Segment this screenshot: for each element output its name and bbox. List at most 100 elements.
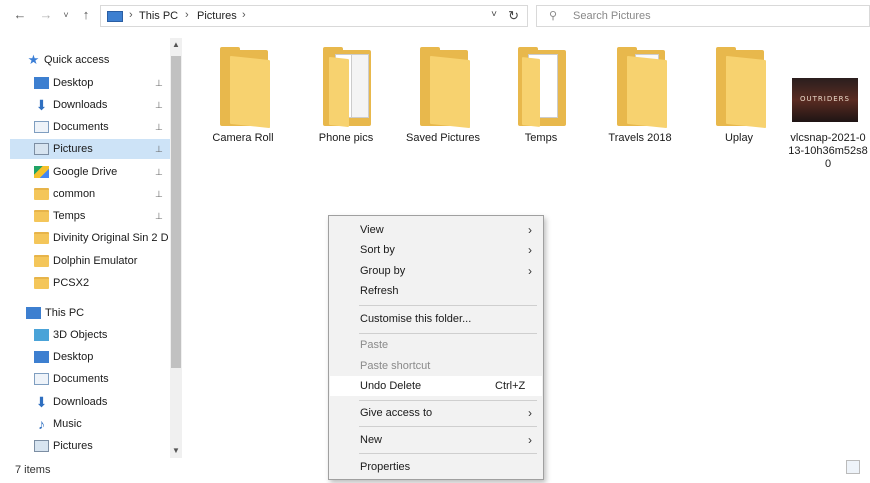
pc-icon	[26, 307, 41, 319]
search-box[interactable]: ⚲ Search Pictures	[536, 5, 870, 27]
sidebar-item-pictures[interactable]: Pictures ⊥	[10, 139, 170, 159]
context-menu: View › Sort by › Group by › Refresh Cust…	[328, 215, 544, 480]
folder-icon	[418, 47, 470, 129]
file-tile-temps[interactable]: Temps	[498, 47, 584, 178]
menu-item-give-access[interactable]: Give access to ›	[330, 403, 542, 423]
scroll-up-icon[interactable]: ▲	[170, 38, 182, 52]
back-button[interactable]: ←	[12, 7, 28, 23]
sidebar-item-common[interactable]: common ⊥	[10, 184, 170, 204]
breadcrumb-separator[interactable]: ›	[185, 9, 189, 21]
folder-icon	[34, 232, 49, 244]
sidebar-item-label: Documents	[53, 373, 109, 385]
sidebar-item-label: common	[53, 188, 96, 200]
breadcrumb-pictures[interactable]: Pictures	[197, 10, 237, 22]
details-view-icon[interactable]	[846, 460, 860, 474]
search-input[interactable]: Search Pictures	[573, 10, 651, 22]
file-tile-uplay[interactable]: Uplay	[696, 47, 782, 178]
menu-item-group-by[interactable]: Group by ›	[330, 261, 542, 281]
menu-item-undo-delete[interactable]: Undo Delete Ctrl+Z	[330, 376, 542, 396]
sidebar-item-google-drive[interactable]: Google Drive ⊥	[10, 162, 170, 182]
file-tile-saved-pictures[interactable]: Saved Pictures	[400, 47, 486, 178]
sidebar-item-label: Google Drive	[53, 166, 118, 178]
sidebar-item-this-pc[interactable]: This PC	[10, 303, 170, 323]
search-icon: ⚲	[549, 10, 558, 22]
forward-button[interactable]: →	[38, 7, 54, 23]
menu-item-properties[interactable]: Properties	[330, 457, 542, 477]
file-tile-travels-2018[interactable]: Travels 2018	[597, 47, 683, 178]
file-name: Travels 2018	[608, 132, 672, 144]
sidebar-item-label: Desktop	[53, 77, 94, 89]
menu-item-label: Group by	[360, 265, 406, 277]
sidebar-item-downloads-pc[interactable]: ⬇ Downloads	[10, 392, 170, 412]
address-bar[interactable]: › This PC › Pictures › ˅ ↻	[100, 5, 528, 27]
menu-separator	[359, 333, 537, 334]
sidebar-item-label: Pictures	[53, 440, 93, 452]
file-tile-phone-pics[interactable]: Phone pics	[303, 47, 389, 178]
menu-item-customise-folder[interactable]: Customise this folder...	[330, 309, 542, 329]
sidebar-item-label: Downloads	[53, 99, 108, 111]
menu-item-label: View	[360, 224, 384, 236]
documents-icon	[34, 121, 49, 133]
star-icon: ★	[27, 52, 40, 67]
menu-item-new[interactable]: New ›	[330, 430, 542, 450]
sidebar-item-pcsx2[interactable]: PCSX2	[10, 273, 170, 293]
item-count: 7 items	[15, 464, 51, 476]
file-name: Temps	[524, 132, 558, 144]
menu-item-label: Properties	[360, 461, 411, 473]
sidebar-item-music[interactable]: ♪ Music	[10, 414, 170, 434]
download-icon: ⬇	[35, 394, 48, 410]
folder-icon	[218, 47, 270, 129]
menu-separator	[359, 426, 537, 427]
sidebar-item-label: This PC	[45, 307, 85, 319]
menu-item-refresh[interactable]: Refresh	[330, 281, 542, 301]
pin-icon: ⊥	[155, 122, 163, 132]
menu-item-label: Refresh	[360, 285, 399, 297]
sidebar-item-documents[interactable]: Documents ⊥	[10, 117, 170, 137]
menu-item-label: Give access to	[360, 407, 433, 419]
sidebar-item-quick-access[interactable]: ★ Quick access	[10, 50, 170, 70]
chevron-right-icon: ›	[528, 223, 532, 237]
sidebar-item-dolphin-emulator[interactable]: Dolphin Emulator	[10, 251, 170, 271]
sidebar-item-downloads[interactable]: ⬇ Downloads ⊥	[10, 95, 170, 115]
recent-locations-button[interactable]: ˅	[58, 7, 74, 23]
pin-icon: ⊥	[155, 167, 163, 177]
sidebar-item-temps[interactable]: Temps ⊥	[10, 206, 170, 226]
menu-item-paste[interactable]: Paste	[330, 335, 542, 355]
scroll-down-icon[interactable]: ▼	[170, 444, 182, 458]
refresh-icon[interactable]: ↻	[508, 8, 519, 24]
menu-item-label: Paste	[360, 339, 389, 351]
documents-icon	[34, 373, 49, 385]
up-button[interactable]: ↑	[78, 7, 94, 23]
sidebar-item-desktop[interactable]: Desktop ⊥	[10, 73, 170, 93]
sidebar-item-desktop-pc[interactable]: Desktop	[10, 347, 170, 367]
file-name: Phone pics	[318, 132, 374, 144]
address-dropdown-icon[interactable]: ˅	[491, 9, 497, 20]
desktop-icon	[34, 351, 49, 363]
file-tile-camera-roll[interactable]: Camera Roll	[200, 47, 286, 178]
menu-item-label: Sort by	[360, 244, 395, 256]
sidebar-item-divinity[interactable]: Divinity Original Sin 2 D	[10, 228, 170, 248]
menu-item-view[interactable]: View ›	[330, 220, 542, 240]
sidebar-item-documents-pc[interactable]: Documents	[10, 369, 170, 389]
menu-item-label: Paste shortcut	[360, 360, 431, 372]
menu-separator	[359, 453, 537, 454]
scrollbar-thumb[interactable]	[171, 56, 181, 368]
sidebar-item-label: Desktop	[53, 351, 94, 363]
folder-photo-icon	[321, 47, 373, 128]
navigation-pane: ★ Quick access Desktop ⊥ ⬇ Downloads ⊥ D…	[0, 38, 182, 458]
sidebar-item-pictures-pc[interactable]: Pictures	[10, 436, 170, 456]
sidebar-item-label: Downloads	[53, 396, 108, 408]
menu-item-shortcut: Ctrl+Z	[495, 380, 526, 392]
menu-item-paste-shortcut[interactable]: Paste shortcut	[330, 356, 542, 376]
folder-icon	[34, 255, 49, 267]
breadcrumb-this-pc[interactable]: This PC	[139, 10, 178, 22]
breadcrumb-separator[interactable]: ›	[242, 9, 246, 21]
chevron-right-icon: ›	[528, 264, 532, 278]
download-icon: ⬇	[35, 97, 48, 113]
menu-item-sort-by[interactable]: Sort by ›	[330, 240, 542, 260]
folder-docs-icon	[615, 47, 667, 129]
sidebar-item-3d-objects[interactable]: 3D Objects	[10, 325, 170, 345]
file-tile-vlcsnap[interactable]: OUTRIDERS vlcsnap-2021-0 13-10h36m52s8 0	[782, 48, 870, 178]
sidebar-item-label: Dolphin Emulator	[53, 255, 138, 267]
breadcrumb-separator[interactable]: ›	[129, 9, 133, 21]
